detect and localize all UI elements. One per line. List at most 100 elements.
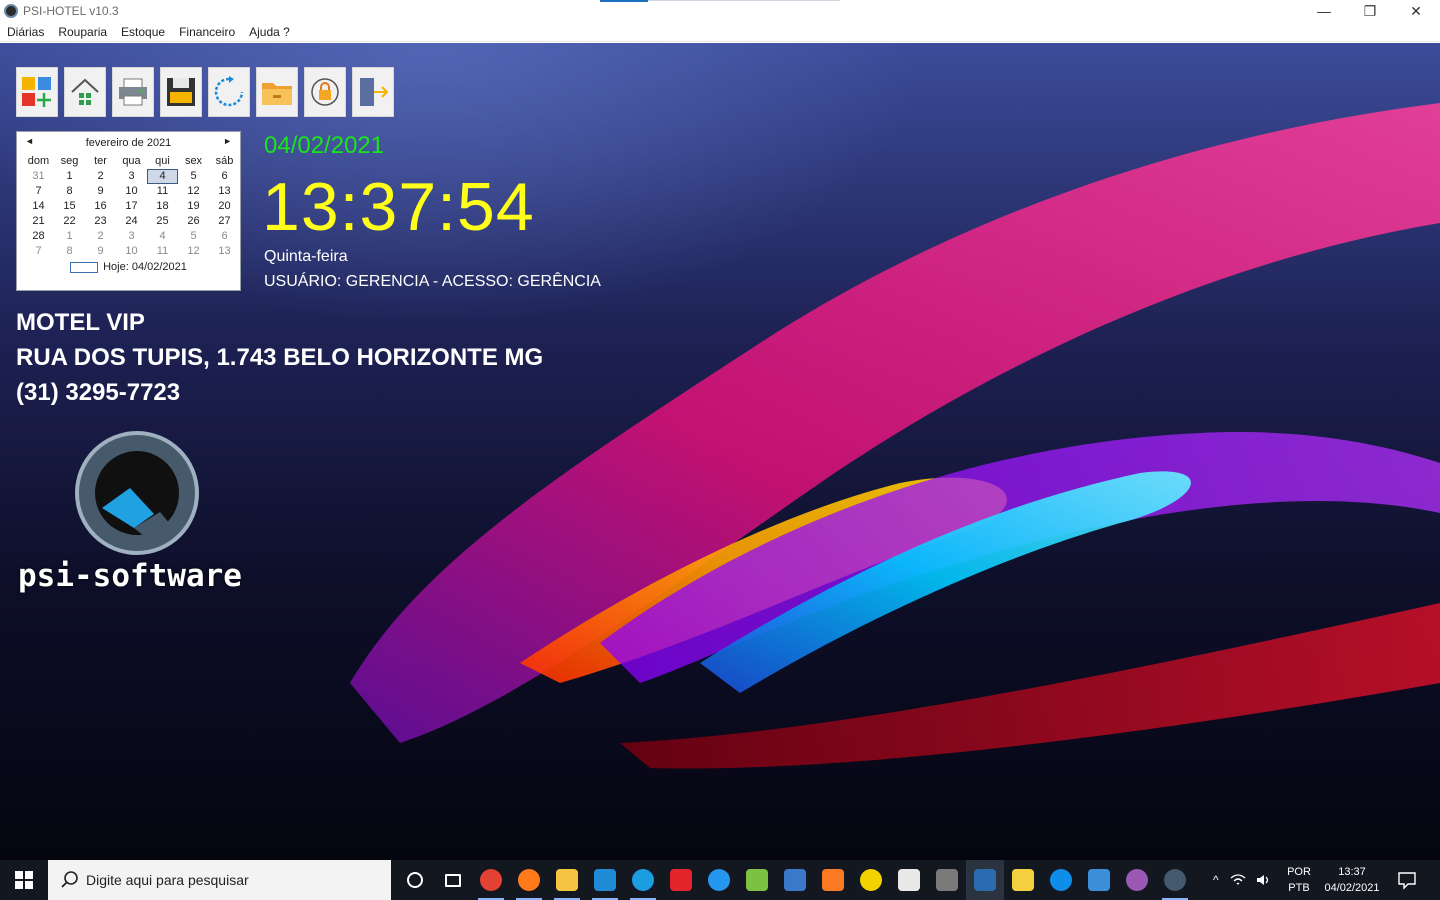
photos-icon — [1088, 869, 1110, 891]
calendar-day[interactable]: 13 — [209, 184, 240, 199]
menu-rouparia[interactable]: Rouparia — [51, 25, 114, 39]
calendar-day[interactable]: 31 — [23, 169, 54, 184]
taskbar-app-button[interactable] — [1004, 860, 1042, 900]
input-language[interactable]: POR PTB — [1287, 864, 1311, 896]
calendar-prev-button[interactable]: ◄ — [25, 136, 34, 146]
calendar-day[interactable]: 5 — [178, 229, 209, 244]
taskbar-app-button[interactable] — [890, 860, 928, 900]
calendar-day[interactable]: 6 — [209, 229, 240, 244]
calendar-day[interactable]: 25 — [147, 214, 178, 229]
calendar-day[interactable]: 13 — [209, 244, 240, 259]
calendar-day[interactable]: 8 — [54, 244, 85, 259]
calendar-day[interactable]: 7 — [23, 244, 54, 259]
calendar-day[interactable]: 24 — [116, 214, 147, 229]
cortana-icon — [407, 872, 423, 888]
calendar-day[interactable]: 19 — [178, 199, 209, 214]
taskbar-time: 13:37 — [1338, 866, 1366, 878]
calendar-day[interactable]: 7 — [23, 184, 54, 199]
home-button[interactable] — [64, 67, 106, 117]
taskbar-app-button[interactable] — [776, 860, 814, 900]
refresh-button[interactable] — [208, 67, 250, 117]
calendar-day[interactable]: 2 — [85, 229, 116, 244]
wifi-icon[interactable] — [1230, 873, 1246, 887]
calendar-day[interactable]: 1 — [54, 229, 85, 244]
calendar-day[interactable]: 15 — [54, 199, 85, 214]
maximize-button[interactable]: ❐ — [1347, 0, 1393, 22]
taskbar-app-button[interactable] — [396, 860, 434, 900]
taskbar-app-button[interactable] — [586, 860, 624, 900]
exit-button[interactable] — [352, 67, 394, 117]
search-icon — [61, 871, 78, 888]
taskbar-app-button[interactable] — [700, 860, 738, 900]
calendar-day[interactable]: 2 — [85, 169, 116, 184]
lock-button[interactable] — [304, 67, 346, 117]
taskbar-search[interactable]: Digite aqui para pesquisar — [48, 860, 391, 900]
tray-chevron-icon[interactable]: ^ — [1213, 873, 1219, 887]
calendar-day[interactable]: 27 — [209, 214, 240, 229]
calendar-week-row: 21 22 23 24 25 26 27 — [23, 214, 240, 229]
save-button[interactable] — [160, 67, 202, 117]
notification-icon[interactable] — [1396, 870, 1418, 890]
taskbar-app-button[interactable] — [966, 860, 1004, 900]
taskbar-app-button[interactable] — [1042, 860, 1080, 900]
taskbar-app-button[interactable] — [1080, 860, 1118, 900]
calendar-day[interactable]: 10 — [116, 244, 147, 259]
calendar-day[interactable]: 23 — [85, 214, 116, 229]
calendar-day[interactable]: 1 — [54, 169, 85, 184]
taskbar-app-button[interactable] — [624, 860, 662, 900]
calendar-day[interactable]: 8 — [54, 184, 85, 199]
print-button[interactable] — [112, 67, 154, 117]
volume-icon[interactable] — [1256, 873, 1272, 887]
minimize-button[interactable]: — — [1301, 0, 1347, 22]
calendar-next-button[interactable]: ► — [223, 136, 232, 146]
calendar-day[interactable]: 20 — [209, 199, 240, 214]
calendar-day[interactable]: 11 — [147, 184, 178, 199]
calendar-day[interactable]: 28 — [23, 229, 54, 244]
taskbar-app-button[interactable] — [814, 860, 852, 900]
calendar-day[interactable]: 5 — [178, 169, 209, 184]
menu-financeiro[interactable]: Financeiro — [172, 25, 242, 39]
taskbar-clock[interactable]: 13:37 04/02/2021 — [1318, 864, 1386, 896]
taskbar-app-button[interactable] — [662, 860, 700, 900]
taskbar-app-button[interactable] — [510, 860, 548, 900]
calendar-day-selected[interactable]: 4 — [147, 169, 178, 184]
company-address: RUA DOS TUPIS, 1.743 BELO HORIZONTE MG — [16, 344, 544, 371]
logo-text: psi-software — [18, 558, 242, 594]
calendar-day[interactable]: 18 — [147, 199, 178, 214]
taskbar-app-button[interactable] — [548, 860, 586, 900]
calendar-day[interactable]: 14 — [23, 199, 54, 214]
calendar-day[interactable]: 4 — [147, 229, 178, 244]
edge-icon — [632, 869, 654, 891]
calendar-day[interactable]: 6 — [209, 169, 240, 184]
calendar-day[interactable]: 9 — [85, 244, 116, 259]
calendar-day[interactable]: 21 — [23, 214, 54, 229]
calendar-day[interactable]: 22 — [54, 214, 85, 229]
menu-estoque[interactable]: Estoque — [114, 25, 172, 39]
start-button[interactable] — [0, 860, 48, 900]
calendar-day[interactable]: 11 — [147, 244, 178, 259]
calendar-day[interactable]: 26 — [178, 214, 209, 229]
calendar-day[interactable]: 10 — [116, 184, 147, 199]
teamviewer-icon — [1050, 869, 1072, 891]
calendar-today[interactable]: Hoje: 04/02/2021 — [17, 261, 240, 273]
taskbar-app-button[interactable] — [434, 860, 472, 900]
calendar-day[interactable]: 16 — [85, 199, 116, 214]
taskbar-app-button[interactable] — [472, 860, 510, 900]
taskbar-app-button[interactable] — [1118, 860, 1156, 900]
window-app-icon — [784, 869, 806, 891]
calendar-day[interactable]: 12 — [178, 244, 209, 259]
taskbar-app-button[interactable] — [928, 860, 966, 900]
menu-ajuda[interactable]: Ajuda ? — [242, 25, 297, 39]
taskbar-app-button[interactable] — [852, 860, 890, 900]
calendar-day[interactable]: 3 — [116, 229, 147, 244]
new-button[interactable] — [16, 67, 58, 117]
taskbar-app-button[interactable] — [1156, 860, 1194, 900]
calendar-day[interactable]: 3 — [116, 169, 147, 184]
menu-diarias[interactable]: Diárias — [0, 25, 51, 39]
open-folder-button[interactable] — [256, 67, 298, 117]
calendar-day[interactable]: 12 — [178, 184, 209, 199]
close-button[interactable]: ✕ — [1393, 0, 1439, 22]
taskbar-app-button[interactable] — [738, 860, 776, 900]
calendar-day[interactable]: 9 — [85, 184, 116, 199]
calendar-day[interactable]: 17 — [116, 199, 147, 214]
